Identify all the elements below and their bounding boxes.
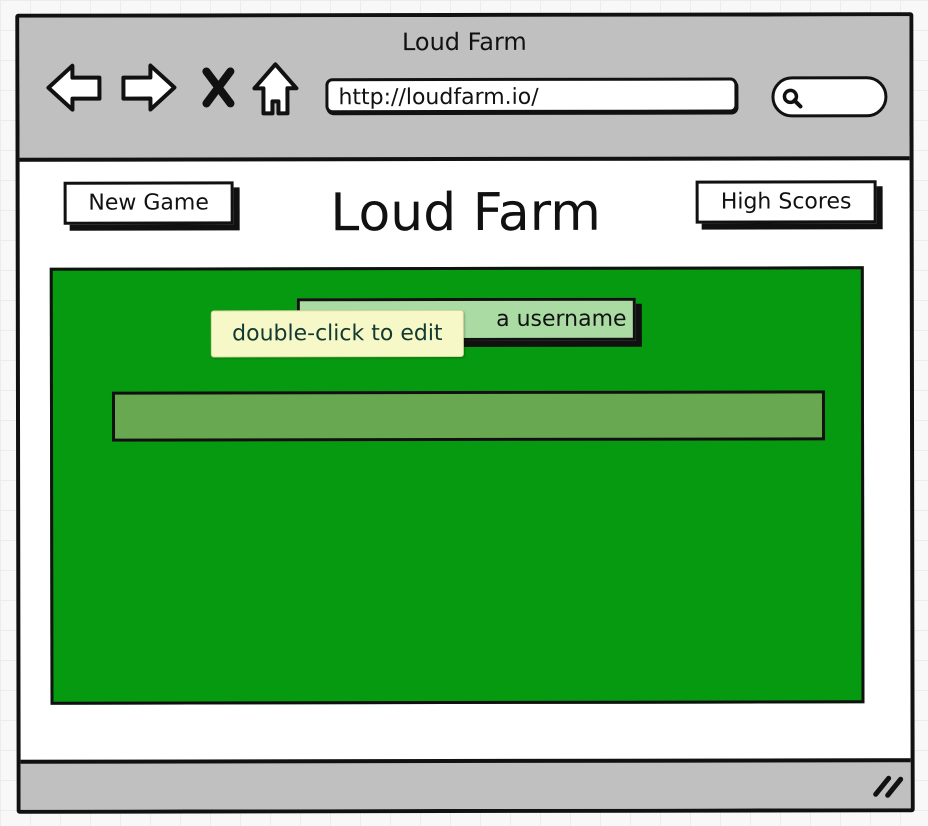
edit-tooltip: double-click to edit (210, 310, 464, 358)
url-text: http://loudfarm.io/ (338, 84, 539, 111)
username-prompt-text: a username (496, 306, 627, 332)
home-icon[interactable] (251, 61, 299, 117)
search-icon (782, 88, 803, 109)
forward-arrow-icon[interactable] (119, 62, 177, 114)
back-arrow-icon[interactable] (45, 62, 103, 114)
search-field[interactable] (771, 76, 888, 118)
resize-grip-icon[interactable] (873, 772, 905, 802)
browser-window: Loud Farm http://loudfarm.io/ New Game L… (15, 12, 915, 814)
stop-icon[interactable] (201, 67, 235, 108)
url-bar[interactable]: http://loudfarm.io/ (325, 77, 738, 114)
username-input[interactable] (111, 390, 826, 442)
page-title: Loud Farm (330, 182, 601, 244)
status-bar (20, 758, 911, 810)
browser-toolbar: Loud Farm http://loudfarm.io/ (19, 16, 910, 162)
new-game-button[interactable]: New Game (63, 181, 234, 225)
window-title: Loud Farm (401, 27, 527, 57)
high-scores-button[interactable]: High Scores (695, 180, 877, 224)
